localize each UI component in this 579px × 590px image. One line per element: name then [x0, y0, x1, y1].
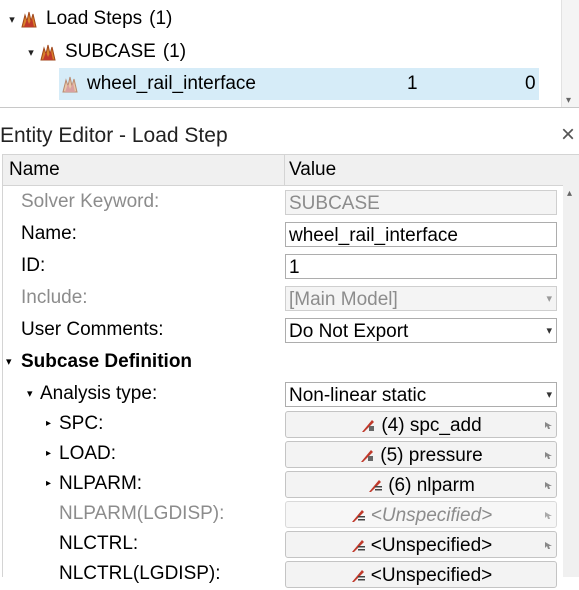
nlctrl-entity-selector[interactable]: <Unspecified>	[285, 531, 557, 558]
load-step-input-icon	[369, 480, 383, 492]
nlparm-entity-selector[interactable]: (6) nlparm	[285, 471, 557, 498]
row-label: LOAD:	[59, 443, 117, 464]
tree-scrollbar[interactable]: ▾	[561, 0, 579, 108]
load-step-icon	[62, 76, 78, 93]
editor-scrollbar[interactable]: ▴	[563, 185, 579, 577]
row-nlctrl-lgdisp: NLCTRL(LGDISP): <Unspecified>	[3, 558, 563, 590]
tree-item-count: (1)	[162, 41, 187, 62]
row-label: Include:	[21, 287, 88, 308]
row-label: NLPARM:	[59, 473, 143, 494]
row-label: User Comments:	[21, 319, 164, 340]
spc-entity-selector[interactable]: (4) spc_add	[285, 411, 557, 438]
section-label: Subcase Definition	[21, 351, 193, 372]
row-label: SPC:	[59, 413, 104, 434]
load-step-input-icon	[351, 510, 365, 522]
scroll-down-icon[interactable]: ▾	[566, 95, 571, 106]
property-table: Name Value Solver Keyword: SUBCASE Name:…	[2, 154, 579, 588]
column-header-value[interactable]: Value	[289, 155, 336, 185]
entity-value: (6) nlparm	[388, 475, 475, 496]
column-header-name[interactable]: Name	[9, 155, 60, 185]
load-steps-icon	[21, 11, 37, 28]
collapse-caret-icon[interactable]: ▾	[27, 378, 33, 410]
scroll-up-icon[interactable]: ▴	[567, 188, 572, 199]
row-label: Solver Keyword:	[21, 191, 160, 212]
expand-caret-icon[interactable]: ▸	[46, 408, 51, 440]
nlctrl-lgdisp-entity-selector[interactable]: <Unspecified>	[285, 561, 557, 588]
tree-item-wheel-rail-interface[interactable]: wheel_rail_interface 1 0	[59, 68, 539, 100]
collapse-caret-icon[interactable]: ▾	[24, 46, 38, 59]
row-solver-keyword: Solver Keyword: SUBCASE	[3, 186, 563, 218]
row-label: NLCTRL:	[59, 533, 139, 554]
analysis-type-select[interactable]: Non-linear static ▾	[285, 382, 557, 407]
select-arrow-icon	[545, 422, 552, 429]
row-nlparm: ▸ NLPARM: (6) nlparm	[3, 468, 563, 500]
table-header: Name Value	[3, 155, 579, 186]
model-browser-tree: ▾ Load Steps (1) ▾ SUBCASE (1) wheel_rai…	[0, 0, 579, 108]
entity-value: <Unspecified>	[370, 505, 493, 526]
tree-item-label: SUBCASE	[65, 41, 156, 62]
constraint-icon	[362, 420, 375, 432]
tree-item-label: wheel_rail_interface	[87, 73, 256, 94]
select-arrow-icon	[545, 452, 552, 459]
row-nlparm-lgdisp: NLPARM(LGDISP): <Unspecified>	[3, 498, 563, 530]
load-collector-icon	[361, 450, 374, 462]
entity-value: <Unspecified>	[370, 535, 493, 556]
select-arrow-icon	[545, 512, 552, 519]
row-label: Name:	[21, 223, 77, 244]
select-value: [Main Model]	[289, 289, 398, 310]
editor-title: Entity Editor - Load Step	[0, 124, 228, 147]
row-label: NLCTRL(LGDISP):	[59, 563, 221, 584]
row-label: NLPARM(LGDISP):	[59, 503, 225, 524]
select-arrow-icon	[545, 482, 552, 489]
id-input[interactable]: 1	[285, 254, 557, 279]
divider	[0, 107, 579, 108]
solver-keyword-field: SUBCASE	[285, 190, 557, 215]
entity-value: (5) pressure	[380, 445, 483, 466]
chevron-down-icon[interactable]: ▾	[546, 383, 552, 406]
row-name: Name: wheel_rail_interface	[3, 218, 563, 250]
load-step-input-icon	[351, 570, 365, 582]
row-include: Include: [Main Model] ▾	[3, 282, 563, 314]
row-user-comments: User Comments: Do Not Export ▾	[3, 314, 563, 346]
row-id: ID: 1	[3, 250, 563, 282]
close-icon[interactable]: ×	[556, 120, 579, 150]
include-select: [Main Model] ▾	[285, 286, 557, 311]
row-label: ID:	[21, 255, 46, 276]
row-subcase-definition[interactable]: ▾ Subcase Definition	[3, 346, 563, 378]
select-value: Do Not Export	[289, 321, 409, 342]
chevron-down-icon[interactable]: ▾	[546, 319, 552, 342]
tree-item-label: Load Steps	[46, 8, 143, 29]
entity-value: (4) spc_add	[381, 415, 482, 436]
row-load: ▸ LOAD: (5) pressure	[3, 438, 563, 470]
tree-item-count: (1)	[149, 8, 173, 29]
load-entity-selector[interactable]: (5) pressure	[285, 441, 557, 468]
column-separator[interactable]	[284, 155, 285, 185]
tree-item-id: 1	[407, 73, 418, 94]
tree-item-value: 0	[525, 73, 536, 94]
select-value: Non-linear static	[289, 385, 427, 406]
expand-caret-icon[interactable]: ▸	[46, 468, 51, 500]
row-nlctrl: NLCTRL: <Unspecified>	[3, 528, 563, 560]
row-spc: ▸ SPC: (4) spc_add	[3, 408, 563, 440]
user-comments-select[interactable]: Do Not Export ▾	[285, 318, 557, 343]
collapse-caret-icon[interactable]: ▾	[5, 13, 19, 26]
row-label: Analysis type:	[40, 383, 158, 404]
tree-item-load-steps[interactable]: ▾ Load Steps (1)	[5, 3, 172, 35]
load-steps-icon	[40, 44, 56, 61]
expand-caret-icon[interactable]: ▸	[46, 438, 51, 470]
nlparm-lgdisp-entity-selector: <Unspecified>	[285, 501, 557, 528]
row-analysis-type: ▾ Analysis type: Non-linear static ▾	[3, 378, 563, 410]
load-step-input-icon	[351, 540, 365, 552]
name-input[interactable]: wheel_rail_interface	[285, 222, 557, 247]
tree-item-subcase[interactable]: ▾ SUBCASE (1)	[24, 36, 186, 68]
chevron-down-icon: ▾	[546, 293, 552, 305]
select-arrow-icon	[545, 542, 552, 549]
collapse-caret-icon[interactable]: ▾	[6, 346, 12, 378]
